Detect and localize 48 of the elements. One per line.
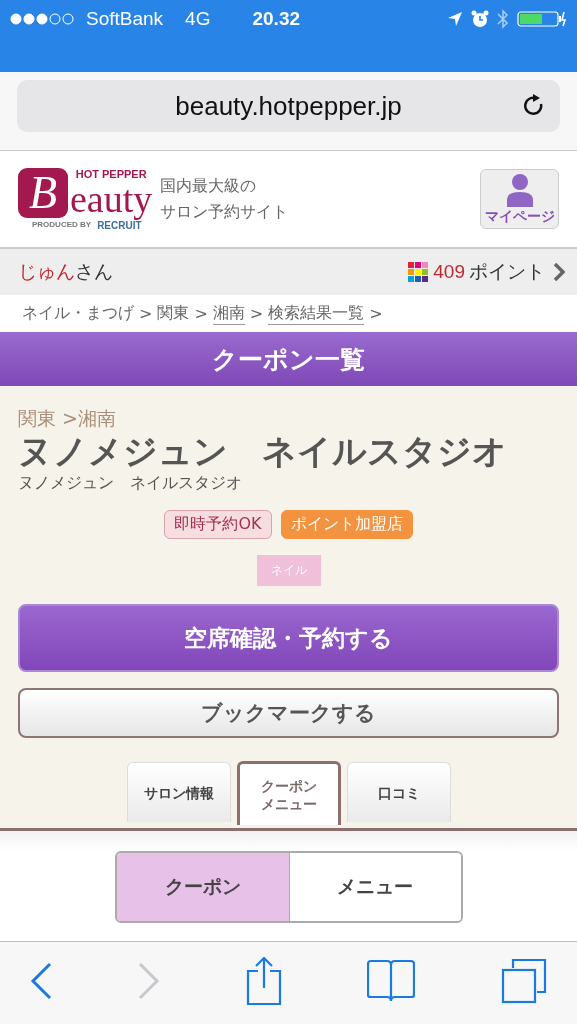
tagline-text: 国内最大級の: [160, 175, 258, 197]
user-name: じゅん: [18, 259, 75, 284]
person-icon: [504, 172, 535, 207]
reserve-button[interactable]: 空席確認・予約する: [18, 604, 559, 672]
tab[interactable]: サロン情報: [126, 762, 231, 822]
breadcrumb-item: 関東: [157, 303, 190, 324]
back-icon[interactable]: [30, 962, 52, 1000]
breadcrumb-separator: >: [249, 304, 264, 323]
chevron-right-icon[interactable]: [553, 262, 565, 282]
category-tag: ネイル: [256, 555, 321, 586]
bluetooth-icon: [497, 9, 509, 29]
bookmark-button[interactable]: ブックマークする: [18, 688, 559, 738]
alarm-icon: [471, 10, 489, 28]
page-title: クーポン一覧: [0, 332, 577, 386]
logo-letter: B: [18, 167, 68, 218]
breadcrumb-separator: >: [369, 304, 383, 323]
points-count[interactable]: 409: [433, 261, 465, 283]
logo-brand: HOT PEPPER: [75, 167, 147, 180]
mypage-button[interactable]: マイページ: [480, 169, 559, 229]
tabs-icon[interactable]: [501, 958, 547, 1004]
company-name: RECRUIT: [97, 219, 142, 231]
carrier-name: SoftBank: [86, 8, 164, 30]
location-icon: [447, 11, 463, 27]
honorific: さん: [75, 259, 113, 284]
book-icon[interactable]: [367, 959, 416, 1003]
clock: 20.32: [252, 8, 300, 30]
tagline-text: サロン予約サイト: [160, 201, 289, 223]
area-text: 関東 >湘南: [18, 406, 117, 430]
salon-name: ヌノメジュン ネイルスタジオ: [18, 430, 508, 472]
breadcrumb-separator: >: [139, 304, 153, 323]
breadcrumb-item: ネイル・まつげ: [22, 303, 134, 324]
tab[interactable]: 口コミ: [346, 762, 451, 822]
network-type: 4G: [185, 8, 211, 30]
share-icon[interactable]: [245, 956, 282, 1006]
points-label[interactable]: ポイント: [469, 259, 545, 285]
battery-icon: [517, 10, 567, 28]
status-badge: 即時予約OK: [164, 510, 272, 539]
salon-name-reading: ヌノメジュン ネイルスタジオ: [18, 472, 243, 494]
points-grid-icon: [408, 261, 430, 283]
segment-button[interactable]: クーポン: [116, 853, 289, 921]
status-badge: ポイント加盟店: [280, 510, 413, 539]
address-bar[interactable]: beauty.hotpepper.jp: [17, 80, 560, 132]
tab[interactable]: クーポン メニュー: [236, 761, 341, 825]
produced-by-text: PRODUCED BY: [32, 219, 92, 231]
segment-button[interactable]: メニュー: [288, 853, 461, 921]
breadcrumb-separator: >: [194, 304, 208, 323]
breadcrumb-link[interactable]: 湘南: [212, 302, 245, 325]
breadcrumb-link[interactable]: 検索結果一覧: [268, 302, 365, 325]
